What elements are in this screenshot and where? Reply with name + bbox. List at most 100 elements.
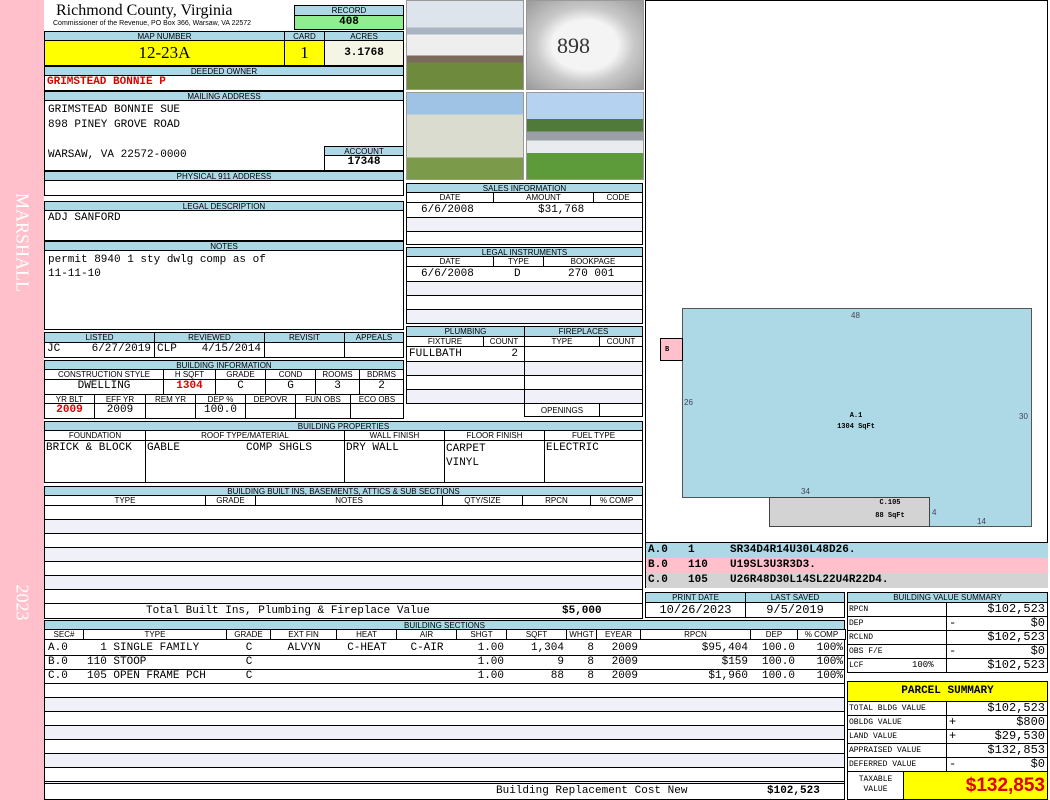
house-front-photo[interactable] <box>406 0 524 90</box>
taxable-value-label: TAXABLE VALUE <box>847 771 904 800</box>
section-cell: C <box>245 642 253 654</box>
summary-amount: $102,523 <box>987 602 1045 616</box>
hsqft: 1304 <box>163 379 216 395</box>
building-sketch[interactable]: B A.1 1304 SqFt C.105 88 SqFt 48 26 30 3… <box>645 0 1048 543</box>
summary-label: OBLDG VALUE <box>847 715 947 730</box>
instrument-type: D <box>514 268 521 280</box>
dim-label: 14 <box>977 517 986 526</box>
instrument-bookpage: 270 001 <box>568 268 615 280</box>
sections-footer: Building Replacement Cost New $102,523 <box>44 783 845 800</box>
builtins-table <box>44 505 643 604</box>
summary-value: $102,523 <box>946 602 1048 617</box>
listed-by: JC <box>47 343 61 355</box>
summary-value: $102,523 <box>946 701 1048 716</box>
record-number: 408 <box>294 15 404 30</box>
county-title: Richmond County, Virginia <box>56 2 233 19</box>
section-cell: $159 <box>721 656 748 668</box>
construction-style: DWELLING <box>44 379 164 395</box>
section-cell: 2009 <box>611 670 638 682</box>
legend-cell: U26R48D30L14SL22U4R22D4. <box>730 574 889 586</box>
taxable-label-line: TAXABLE <box>858 775 893 784</box>
summary-value: $132,853 <box>946 743 1048 758</box>
dim-label: 4 <box>932 508 937 517</box>
summary-value: $102,523 <box>946 658 1048 673</box>
condition: G <box>265 379 316 395</box>
section-cell: C.0 <box>48 670 68 682</box>
last-saved-date: 9/5/2019 <box>745 602 845 618</box>
builtins-total-row: Total Built Ins, Plumbing & Fireplace Va… <box>44 603 643 619</box>
section-cell: 100.0 <box>761 670 795 682</box>
house-side-photo[interactable] <box>526 92 644 180</box>
builtins-total: $5,000 <box>562 605 602 617</box>
section-cell: 8 <box>587 642 594 654</box>
section-cell: 1.00 <box>477 642 504 654</box>
summary-amount: $800 <box>1016 715 1045 729</box>
sketch-legend-row: A.0 1 SR34D4R14U30L48D26. <box>645 543 1048 558</box>
summary-amount: $102,523 <box>987 701 1045 715</box>
district-name: MARSHALL <box>12 192 33 293</box>
mailbox-photo[interactable]: 898 <box>526 0 644 90</box>
openings-value <box>599 403 643 417</box>
legend-cell: A.0 <box>648 544 668 556</box>
section-cell: 105 OPEN FRAME PCH <box>87 670 206 682</box>
eco-obs <box>350 403 404 419</box>
listed: JC 6/27/2019 <box>44 342 155 358</box>
section-cell: C-HEAT <box>347 642 387 654</box>
foundation: BRICK & BLOCK <box>44 440 146 483</box>
plumbing-table: FULLBATH 2 <box>406 346 525 404</box>
builtins-total-label: Total Built Ins, Plumbing & Fireplace Va… <box>146 605 430 617</box>
summary-sign: - <box>949 757 957 771</box>
section-cell: 100% <box>816 656 843 668</box>
bedrooms: 2 <box>359 379 404 395</box>
reviewed-by: CLP <box>157 343 177 355</box>
fireplaces-table <box>524 346 643 404</box>
reviewed: CLP 4/15/2014 <box>154 342 265 358</box>
section-cell: 1.00 <box>477 670 504 682</box>
summary-value: $102,523 <box>946 630 1048 645</box>
summary-amount: $102,523 <box>987 630 1045 644</box>
summary-label: DEP <box>847 616 947 631</box>
summary-amount: $132,853 <box>987 743 1045 757</box>
section-cell: 1.00 <box>477 656 504 668</box>
sections-table: A.0 1 SINGLE FAMILY C ALVYN C-HEAT C-AIR 1.00… <box>44 639 845 784</box>
replacement-cost: $102,523 <box>767 785 820 797</box>
instrument-date: 6/6/2008 <box>421 268 474 280</box>
section-cell: 100% <box>816 642 843 654</box>
legend-cell: 110 <box>688 559 708 571</box>
dim-label: 30 <box>1019 412 1028 421</box>
fun-obs <box>295 403 351 419</box>
summary-amount: $0 <box>1030 757 1045 771</box>
section-a-label: A.1 <box>849 412 863 420</box>
sale-amount: $31,768 <box>538 204 585 216</box>
remaining-year <box>145 403 196 419</box>
floor-finish: CARPET VINYL <box>444 440 545 483</box>
revisit <box>264 342 345 358</box>
section-a-shape <box>682 308 1032 498</box>
sketch-legend-row: B.0 110 U19SL3U3R3D3. <box>645 558 1048 573</box>
roof-material: COMP SHGLS <box>246 442 313 454</box>
sale-date: 6/6/2008 <box>421 204 474 216</box>
wall-finish: DRY WALL <box>344 440 445 483</box>
section-cell: B.0 <box>48 656 68 668</box>
section-cell: 100.0 <box>761 656 795 668</box>
summary-value: - $0 <box>946 616 1048 631</box>
account-number: 17348 <box>324 155 404 171</box>
section-cell: $95,404 <box>701 642 748 654</box>
notes-line: permit 8940 1 sty dwlg comp as of <box>48 254 266 266</box>
summary-label: RCLND <box>847 630 947 645</box>
summary-amount: $0 <box>1030 644 1045 658</box>
summary-value: - $0 <box>946 757 1048 772</box>
shed-photo[interactable] <box>406 92 524 180</box>
dim-label: 34 <box>801 487 810 496</box>
summary-value: + $29,530 <box>946 729 1048 744</box>
mailing-line-1: GRIMSTEAD BONNIE SUE <box>48 104 181 116</box>
notes-line: 11-11-10 <box>48 268 101 280</box>
section-cell: C-AIR <box>410 642 444 654</box>
section-cell: 1 SINGLE FAMILY <box>87 642 200 654</box>
card-number: 1 <box>284 40 325 66</box>
lcf-percent: 100% <box>912 660 934 670</box>
roof: GABLE COMP SHGLS <box>145 440 345 483</box>
section-cell: 2009 <box>611 656 638 668</box>
listed-date: 6/27/2019 <box>91 343 151 355</box>
section-cell: 100.0 <box>761 642 795 654</box>
